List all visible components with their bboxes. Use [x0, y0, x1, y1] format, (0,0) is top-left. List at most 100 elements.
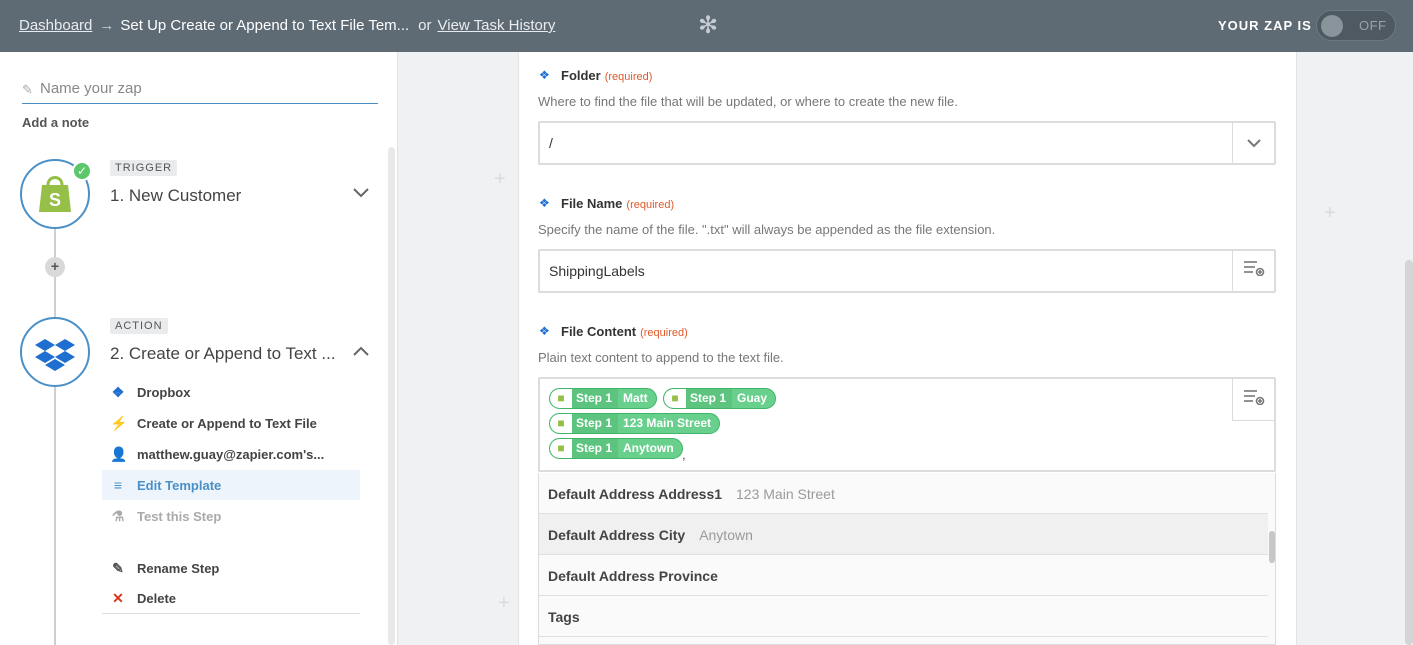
pill-step: Step 1	[572, 389, 619, 408]
file-content-label: File Content (required)	[561, 324, 688, 339]
dropdown-option[interactable]: Tags	[539, 596, 1268, 637]
pill-step: Step 1	[572, 414, 619, 433]
substep-label: Test this Step	[137, 509, 222, 524]
substep-account[interactable]: 👤 matthew.guay@zapier.com's...	[102, 439, 360, 469]
chevron-down-icon[interactable]	[1232, 123, 1274, 163]
user-icon: 👤	[110, 446, 128, 462]
dropbox-icon: ❖	[539, 196, 550, 210]
substep-label: Rename Step	[137, 561, 220, 576]
pill-step: Step 1	[686, 389, 733, 408]
file-name-label: File Name (required)	[561, 196, 674, 211]
pencil-icon: ✎	[22, 82, 33, 97]
top-bar: Dashboard → Set Up Create or Append to Tex…	[0, 0, 1413, 52]
option-key: Default Address Province	[548, 568, 718, 584]
required-badge: (required)	[626, 199, 675, 211]
folder-help: Where to find the file that will be upda…	[538, 94, 958, 109]
field-label-text: File Content	[561, 324, 637, 339]
delete-step-button[interactable]: ✕ Delete	[102, 583, 360, 613]
substep-edit-template[interactable]: ≡ Edit Template	[102, 470, 360, 500]
pencil-icon: ✎	[112, 560, 124, 576]
substep-test[interactable]: ⚗ Test this Step	[102, 501, 360, 531]
pill-value: 123 Main Street	[623, 416, 712, 430]
dropbox-icon: ❖	[539, 68, 550, 82]
zap-status-label: YOUR ZAP IS	[1218, 18, 1312, 33]
substep-label: Delete	[137, 591, 177, 606]
add-note-link[interactable]: Add a note	[22, 115, 89, 130]
file-name-help: Specify the name of the file. ".txt" wil…	[538, 222, 996, 237]
step-timeline	[54, 228, 56, 645]
required-badge: (required)	[640, 327, 688, 339]
option-key: Default Address Address1	[548, 486, 723, 502]
add-step-button[interactable]: +	[45, 257, 65, 277]
substep-action[interactable]: ⚡ Create or Append to Text File	[102, 408, 360, 438]
svg-text:S: S	[49, 190, 61, 210]
substep-dropbox[interactable]: ❖ Dropbox	[102, 377, 360, 407]
shopify-icon: ■	[550, 389, 572, 408]
shopify-icon: ■	[550, 439, 572, 458]
trigger-step-name[interactable]: 1. New Customer	[110, 186, 241, 206]
decor-plus-icon: +	[498, 592, 510, 614]
decor-plus-icon: +	[1324, 202, 1336, 224]
dropbox-icon: ❖	[111, 384, 125, 400]
required-badge: (required)	[604, 71, 653, 83]
zapier-logo-icon: ✻	[697, 12, 719, 39]
folder-label: Folder (required)	[561, 68, 652, 83]
substep-label: Dropbox	[137, 385, 191, 400]
check-icon: ✓	[72, 161, 92, 181]
trigger-tag: TRIGGER	[110, 160, 178, 176]
shopify-icon: ■	[550, 414, 572, 433]
dropdown-option[interactable]: Default Address Province	[539, 555, 1268, 596]
field-pill[interactable]: ■ Step 1 Guay	[663, 388, 777, 409]
dropbox-icon	[35, 339, 75, 371]
zap-toggle[interactable]: OFF	[1316, 10, 1396, 41]
rename-step-button[interactable]: ✎ Rename Step	[102, 553, 360, 583]
zap-name-placeholder: Name your zap	[40, 80, 142, 97]
pill-value: Guay	[737, 391, 768, 405]
insert-field-icon[interactable]	[1232, 379, 1274, 421]
pill-value: Anytown	[623, 441, 674, 455]
text-cursor: ,	[682, 447, 686, 462]
action-step-icon[interactable]	[20, 317, 90, 387]
field-pill[interactable]: ■ Step 1 123 Main Street	[549, 413, 721, 434]
field-pill[interactable]: ■ Step 1 Matt	[549, 388, 657, 409]
field-picker-dropdown: Default Address Address1 123 Main Street …	[538, 473, 1276, 645]
close-icon: ✕	[112, 590, 124, 606]
substep-label: Edit Template	[137, 478, 222, 493]
dropbox-icon: ❖	[539, 324, 550, 338]
dashboard-link[interactable]: Dashboard	[19, 17, 92, 34]
breadcrumb: Dashboard → Set Up Create or Append to Tex…	[19, 17, 555, 34]
view-task-history-link[interactable]: View Task History	[438, 17, 556, 34]
action-step-name[interactable]: 2. Create or Append to Text ...	[110, 344, 336, 364]
field-label-text: Folder	[561, 68, 601, 83]
shopify-icon: ■	[664, 389, 686, 408]
file-name-value: ShippingLabels	[549, 263, 645, 279]
option-key: Default Address City	[548, 527, 686, 543]
dropdown-scrollbar[interactable]	[1269, 531, 1275, 563]
decor-plus-icon: +	[494, 168, 506, 190]
editor-sidebar: ✎ Name your zap Add a note S ✓ TRIGGER 1…	[0, 52, 398, 645]
dropdown-option[interactable]: Default Address Address1 123 Main Street	[539, 473, 1268, 514]
divider	[102, 613, 360, 614]
chevron-down-icon[interactable]	[352, 186, 370, 202]
field-pill[interactable]: ■ Step 1 Anytown	[549, 438, 683, 459]
page-title: Set Up Create or Append to Text File Tem…	[120, 17, 410, 34]
file-content-help: Plain text content to append to the text…	[538, 350, 784, 365]
breadcrumb-arrow: →	[99, 17, 115, 34]
chevron-up-icon[interactable]	[352, 344, 370, 360]
toggle-state-label: OFF	[1359, 18, 1387, 33]
bolt-icon: ⚡	[110, 415, 128, 431]
insert-field-icon[interactable]	[1232, 251, 1274, 291]
page-scrollbar[interactable]	[1405, 260, 1413, 645]
file-name-input[interactable]: ShippingLabels	[538, 249, 1276, 293]
zap-name-input[interactable]: ✎ Name your zap	[22, 80, 378, 104]
folder-select[interactable]: /	[538, 121, 1276, 165]
pill-value: Matt	[623, 391, 648, 405]
option-key: Tags	[548, 609, 580, 625]
sidebar-scrollbar[interactable]	[388, 147, 395, 645]
folder-value: /	[549, 135, 553, 151]
field-label-text: File Name	[561, 196, 623, 211]
substep-label: Create or Append to Text File	[137, 416, 317, 431]
dropdown-option[interactable]: Default Address City Anytown	[539, 514, 1268, 555]
flask-icon: ⚗	[111, 508, 125, 524]
option-value: Anytown	[699, 527, 753, 543]
